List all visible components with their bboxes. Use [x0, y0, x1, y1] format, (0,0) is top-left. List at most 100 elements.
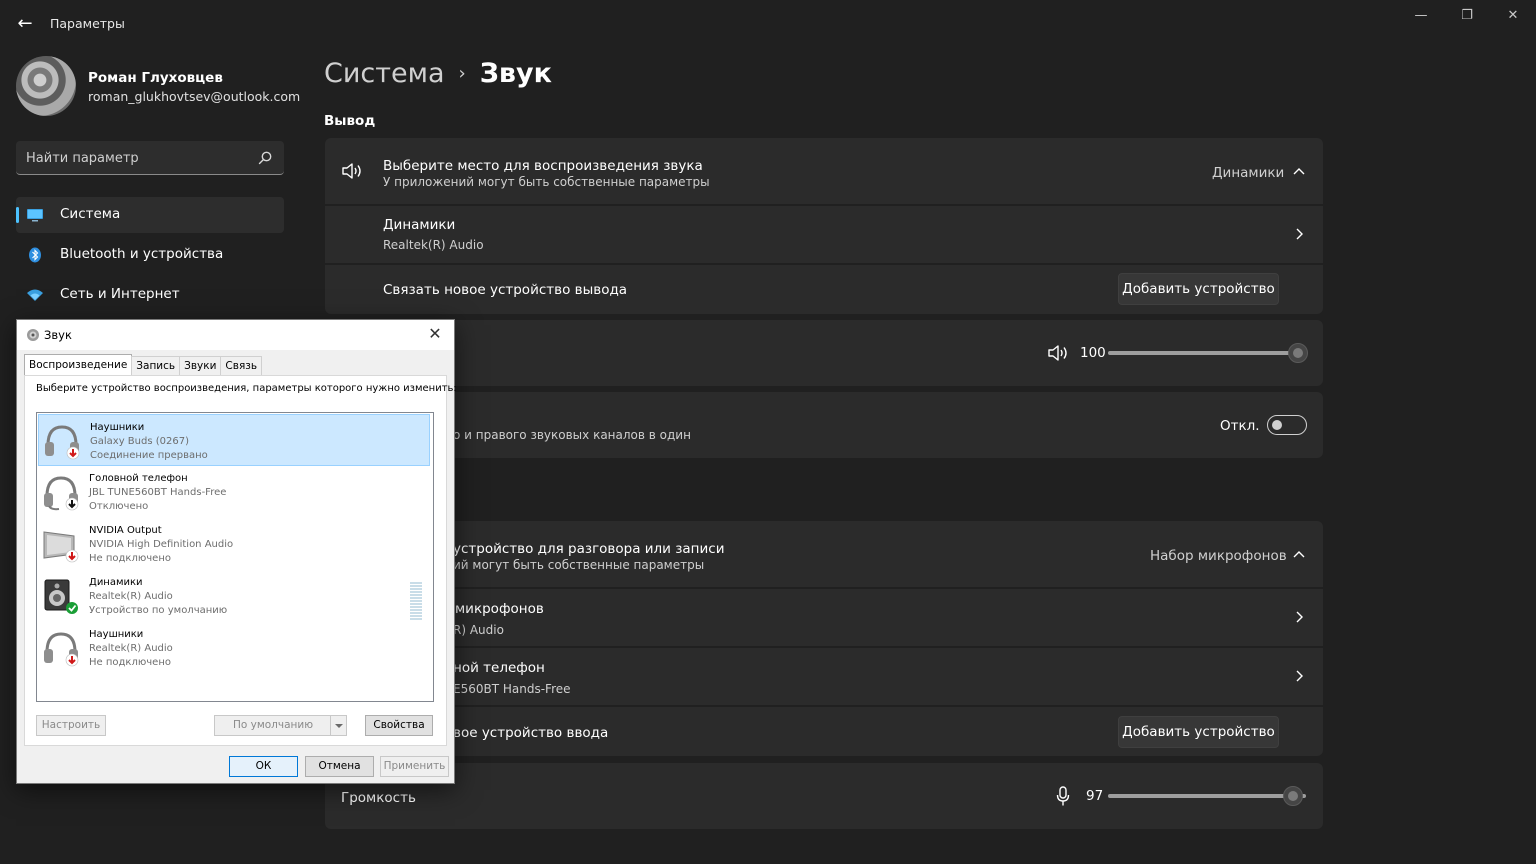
split-dropdown-arrow[interactable] [330, 716, 346, 735]
output-device-driver: Realtek(R) Audio [383, 238, 484, 252]
search-input[interactable] [26, 147, 246, 169]
input-choose-title: устройство для разговора или записи [453, 541, 725, 557]
input-volume-row: Громкость 97 [325, 763, 1323, 829]
output-volume-value: 100 [1080, 345, 1106, 361]
nav-item-system[interactable]: Система [16, 197, 284, 233]
dialog-close-button[interactable]: ✕ [424, 325, 446, 345]
input-volume-slider[interactable] [1108, 794, 1306, 798]
playback-panel: Выберите устройство воспроизведения, пар… [24, 375, 457, 746]
input-choose-subtitle: ий могут быть собственные параметры [453, 558, 705, 572]
input-volume-label: Громкость [341, 790, 416, 806]
dialog-tabs: Воспроизведение Запись Звуки Связь [24, 354, 263, 376]
output-choose-title: Выберите место для воспроизведения звука [383, 158, 703, 174]
app-title: Параметры [50, 16, 125, 31]
tab-playback[interactable]: Воспроизведение [24, 354, 133, 375]
output-volume-slider[interactable] [1108, 351, 1296, 355]
microphone-icon[interactable] [1056, 786, 1070, 807]
mono-audio-subtitle: о и правого звуковых каналов в один [453, 428, 691, 442]
back-button[interactable]: ← [14, 14, 36, 36]
nav-label: Bluetooth и устройства [60, 246, 224, 262]
mono-audio-toggle[interactable] [1267, 415, 1307, 435]
device-status: Устройство по умолчанию [89, 605, 228, 616]
output-section-title: Вывод [324, 113, 376, 129]
active-indicator [16, 207, 19, 223]
output-volume-thumb[interactable] [1288, 343, 1308, 363]
output-selected-device: Динамики [1212, 165, 1285, 181]
speaker-icon [44, 579, 78, 614]
level-meter [410, 582, 422, 620]
input-selected-device: Набор микрофонов [1150, 548, 1287, 564]
dialog-title: Звук [44, 328, 72, 342]
output-pair-label: Связать новое устройство вывода [383, 282, 628, 298]
properties-button[interactable]: Свойства [365, 715, 433, 736]
output-pair-row: Связать новое устройство вывода Добавить… [325, 265, 1323, 314]
headphones-icon [44, 632, 79, 667]
device-status: Не подключено [89, 657, 171, 668]
device-name: Головной телефон [89, 473, 188, 484]
playback-device-list[interactable]: Наушники Galaxy Buds (0267) Соединение п… [36, 412, 434, 702]
configure-button[interactable]: Настроить [36, 715, 106, 736]
nav-item-bluetooth[interactable]: Bluetooth и устройства [16, 237, 284, 273]
chevron-up-icon[interactable] [1292, 548, 1306, 562]
bluetooth-icon [29, 247, 41, 263]
tab-communications[interactable]: Связь [220, 356, 263, 375]
tab-recording[interactable]: Запись [131, 356, 181, 375]
nav-item-network[interactable]: Сеть и Интернет [16, 277, 284, 313]
device-name: Наушники [90, 422, 145, 433]
input-device-name: ной телефон [453, 660, 545, 676]
headphones-icon [45, 425, 80, 460]
input-device-row[interactable]: микрофонов R) Audio [325, 589, 1323, 646]
monitor-icon [27, 209, 43, 222]
mono-audio-row: о и правого звуковых каналов в один Откл… [325, 392, 1323, 458]
input-device-driver: E560BT Hands-Free [453, 682, 571, 696]
add-output-device-button[interactable]: Добавить устройство [1118, 273, 1279, 305]
volume-icon[interactable] [1047, 344, 1069, 362]
apply-button[interactable]: Применить [380, 756, 449, 777]
search-box[interactable] [16, 141, 284, 175]
add-input-device-button[interactable]: Добавить устройство [1118, 716, 1279, 748]
list-item[interactable]: Динамики Realtek(R) Audio Устройство по … [38, 570, 430, 622]
input-pair-label: вое устройство ввода [453, 725, 609, 741]
minimize-button[interactable]: — [1398, 6, 1444, 28]
set-default-button[interactable]: По умолчанию [214, 715, 347, 736]
device-driver: Realtek(R) Audio [89, 643, 173, 654]
device-name: Динамики [89, 577, 143, 588]
page-title: Звук [479, 58, 552, 89]
chevron-right-icon [1296, 228, 1303, 240]
breadcrumb: Система › Звук [324, 58, 552, 89]
device-driver: Galaxy Buds (0267) [90, 436, 189, 447]
output-device-row[interactable]: Динамики Realtek(R) Audio [325, 206, 1323, 263]
input-device-name: микрофонов [455, 601, 544, 617]
device-driver: NVIDIA High Definition Audio [89, 539, 234, 550]
input-device-selector[interactable]: устройство для разговора или записи ий м… [325, 521, 1323, 587]
output-device-name: Динамики [383, 217, 456, 233]
maximize-button[interactable]: ❐ [1444, 6, 1490, 28]
tab-sounds[interactable]: Звуки [179, 356, 222, 375]
close-button[interactable]: ✕ [1490, 6, 1536, 28]
playback-instruction: Выберите устройство воспроизведения, пар… [36, 383, 457, 394]
dialog-title-bar[interactable]: Звук ✕ [17, 320, 454, 350]
list-item[interactable]: Головной телефон JBL TUNE560BT Hands-Fre… [38, 466, 430, 518]
speaker-icon [342, 163, 361, 179]
mono-audio-state: Откл. [1220, 418, 1260, 434]
search-icon[interactable] [257, 150, 273, 166]
cancel-button[interactable]: Отмена [305, 756, 374, 777]
headset-icon [44, 476, 79, 511]
avatar[interactable] [16, 56, 76, 116]
input-volume-value: 97 [1086, 788, 1104, 804]
chevron-up-icon[interactable] [1292, 165, 1306, 179]
breadcrumb-parent[interactable]: Система [324, 58, 445, 89]
input-pair-row: вое устройство ввода Добавить устройство [325, 707, 1323, 756]
list-item[interactable]: Наушники Galaxy Buds (0267) Соединение п… [38, 414, 430, 466]
list-item[interactable]: Наушники Realtek(R) Audio Не подключено [38, 622, 430, 674]
title-bar: ← Параметры — ❐ ✕ [0, 0, 1536, 48]
ok-button[interactable]: ОК [229, 756, 298, 777]
device-status: Отключено [89, 501, 149, 512]
input-volume-thumb[interactable] [1283, 786, 1303, 806]
nav-label: Сеть и Интернет [60, 286, 180, 302]
output-device-selector[interactable]: Выберите место для воспроизведения звука… [325, 138, 1323, 204]
set-default-label: По умолчанию [232, 719, 314, 731]
input-device-row[interactable]: ной телефон E560BT Hands-Free [325, 648, 1323, 705]
list-item[interactable]: NVIDIA Output NVIDIA High Definition Aud… [38, 518, 430, 570]
sound-dialog: Звук ✕ Воспроизведение Запись Звуки Связ… [16, 319, 457, 784]
